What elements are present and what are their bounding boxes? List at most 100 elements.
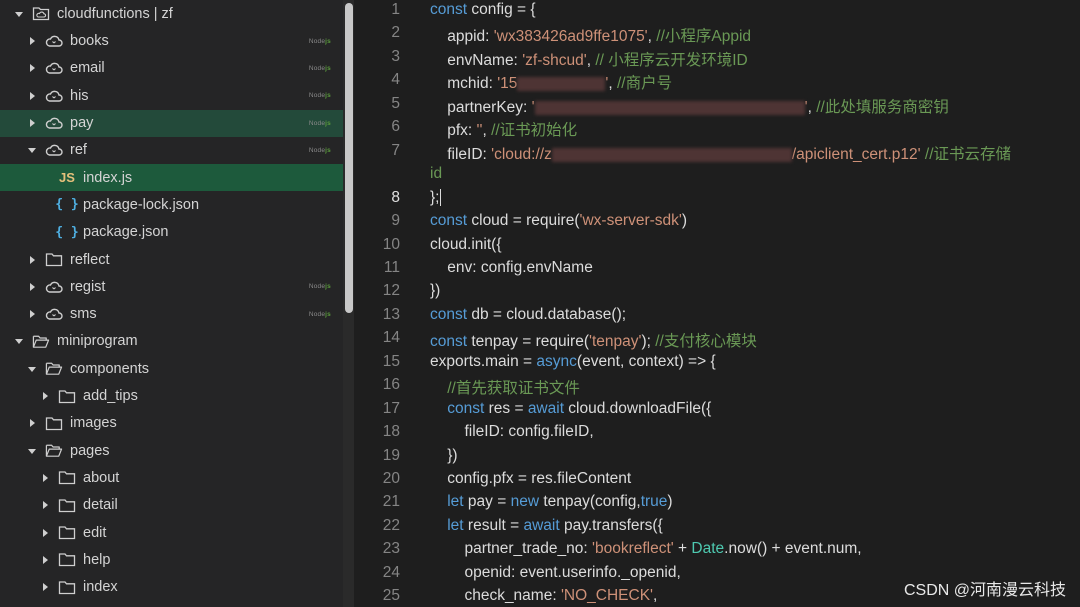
chevron-right-icon[interactable] [39,554,50,565]
code-line[interactable]: let pay = new tenpay(config,true) [430,493,672,511]
chevron-right-icon[interactable] [39,527,50,538]
code-line[interactable]: partnerKey: ' ', //此处填服务商密钥 [430,95,949,117]
chevron-right-icon[interactable] [39,582,50,593]
nodejs-badge-prefix: Node [308,146,326,154]
explorer-item-regist[interactable]: regist Nodejs [0,273,343,300]
chevron-right-icon[interactable] [26,281,37,292]
code-line[interactable]: exports.main = async(event, context) => … [430,353,716,371]
code-line[interactable]: }) [430,282,440,300]
explorer-item-label: package.json [83,224,169,241]
json-file-icon: { } [55,197,79,213]
code-token: //商户号 [616,75,673,93]
explorer-item-label: components [70,360,149,377]
explorer-item-books[interactable]: books Nodejs [0,28,343,55]
line-number: 13 [382,305,400,323]
explorer-item-add-tips[interactable]: add_tips [0,383,343,410]
explorer-item-reflect[interactable]: reflect [0,246,343,273]
line-number: 3 [391,47,400,65]
explorer-item-miniprogram[interactable]: miniprogram [0,328,343,355]
line-number: 20 [382,470,400,487]
explorer-item-label: books [70,33,109,50]
explorer-item-ref[interactable]: ref Nodejs [0,137,343,164]
code-line[interactable]: partner_trade_no: 'bookreflect' + Date.n… [430,540,861,558]
folder-open-icon [45,443,63,459]
chevron-down-icon[interactable] [13,8,24,19]
code-token: async [536,352,577,370]
folder-icon [58,388,76,404]
code-line[interactable]: appid: 'wx383426ad9ffe1075', //小程序Appid [430,24,751,46]
line-number: 19 [382,446,400,464]
chevron-right-icon[interactable] [26,118,37,129]
code-token: }) [430,282,441,300]
explorer-item-about[interactable]: about [0,464,343,491]
nodejs-badge-prefix: Node [308,37,326,45]
code-line[interactable]: pfx: '', //证书初始化 [430,118,577,140]
code-line[interactable]: const cloud = require('wx-server-sdk') [430,212,687,230]
explorer-item-cloudfunctions-zf[interactable]: cloudfunctions | zf [0,0,343,27]
chevron-right-icon[interactable] [26,36,37,47]
explorer-item-help[interactable]: help [0,546,343,573]
code-token: ); [641,333,656,351]
code-line[interactable]: mchid: '15 ', //商户号 [430,71,672,93]
explorer-scrollbar[interactable] [343,0,354,607]
line-number: 18 [382,423,400,441]
chevron-down-icon[interactable] [13,336,24,347]
explorer-item-pages[interactable]: pages [0,437,343,464]
explorer-item-index[interactable]: index [0,574,343,601]
code-editor[interactable]: 1 const config = {2 appid: 'wx383426ad9ff… [354,0,1080,607]
code-line[interactable]: id [430,165,442,183]
explorer-item-index-js[interactable]: JS index.js [0,164,343,192]
code-line[interactable]: const tenpay = require('tenpay'); //支付核心… [430,329,757,351]
explorer-item-images[interactable]: images [0,410,343,437]
chevron-right-icon[interactable] [26,254,37,265]
chevron-right-icon[interactable] [26,418,37,429]
code-token: check_name: [430,587,561,605]
chevron-down-icon[interactable] [26,363,37,374]
chevron-right-icon[interactable] [26,63,37,74]
code-line[interactable]: fileID: 'cloud://z/apiclient_cert.p12' /… [430,142,1011,164]
chevron-down-icon[interactable] [26,145,37,156]
code-line[interactable]: let result = await pay.transfers({ [430,517,663,535]
nodejs-badge-suffix: js [325,283,331,291]
chevron-down-icon[interactable] [26,445,37,456]
code-line[interactable]: check_name: 'NO_CHECK', [430,587,657,605]
explorer-item-sms[interactable]: sms Nodejs [0,301,343,328]
explorer-item-detail[interactable]: detail [0,492,343,519]
explorer-item-components[interactable]: components [0,355,343,382]
code-line[interactable]: cloud.init({ [430,236,502,254]
json-file-icon: { } [55,224,79,240]
chevron-right-icon[interactable] [26,90,37,101]
explorer-item-edit[interactable]: edit [0,519,343,546]
chevron-right-icon[interactable] [26,309,37,320]
code-line[interactable]: env: config.envName [430,259,593,277]
code-token: 'NO_CHECK' [560,587,653,605]
code-token: exports.main = [430,352,537,370]
code-token: /apiclient_cert.p12' [791,145,921,163]
code-line[interactable]: const db = cloud.database(); [430,306,626,324]
code-line[interactable]: //首先获取证书文件 [430,376,580,398]
code-line[interactable]: }; [430,189,442,207]
explorer-item-email[interactable]: email Nodejs [0,55,343,82]
code-line[interactable]: envName: 'zf-shcud', // 小程序云开发环境ID [430,48,748,70]
code-token: tenpay = require( [467,333,589,351]
chevron-right-icon[interactable] [39,472,50,483]
code-line[interactable]: fileID: config.fileID, [430,423,594,441]
chevron-right-icon[interactable] [39,391,50,402]
code-token: config = { [467,1,536,18]
explorer-item-pay[interactable]: pay Nodejs [0,109,343,137]
explorer-item-package-json[interactable]: { } package.json [0,219,343,246]
code-token: db = cloud.database(); [467,305,627,323]
chevron-right-icon[interactable] [39,500,50,511]
code-token: fileID: config.fileID, [430,423,594,441]
line-number: 25 [382,587,400,605]
explorer-scrollbar-thumb[interactable] [345,3,353,313]
line-number: 1 [391,1,400,18]
explorer-item-package-lock-json[interactable]: { } package-lock.json [0,191,343,218]
code-line[interactable]: const config = { [430,1,536,19]
code-line[interactable]: openid: event.userinfo._openid, [430,564,680,582]
code-line[interactable]: }) [430,447,457,465]
explorer-item-his[interactable]: his Nodejs [0,82,343,109]
code-line[interactable]: const res = await cloud.downloadFile({ [430,400,711,418]
code-line[interactable]: config.pfx = res.fileContent [430,470,631,488]
